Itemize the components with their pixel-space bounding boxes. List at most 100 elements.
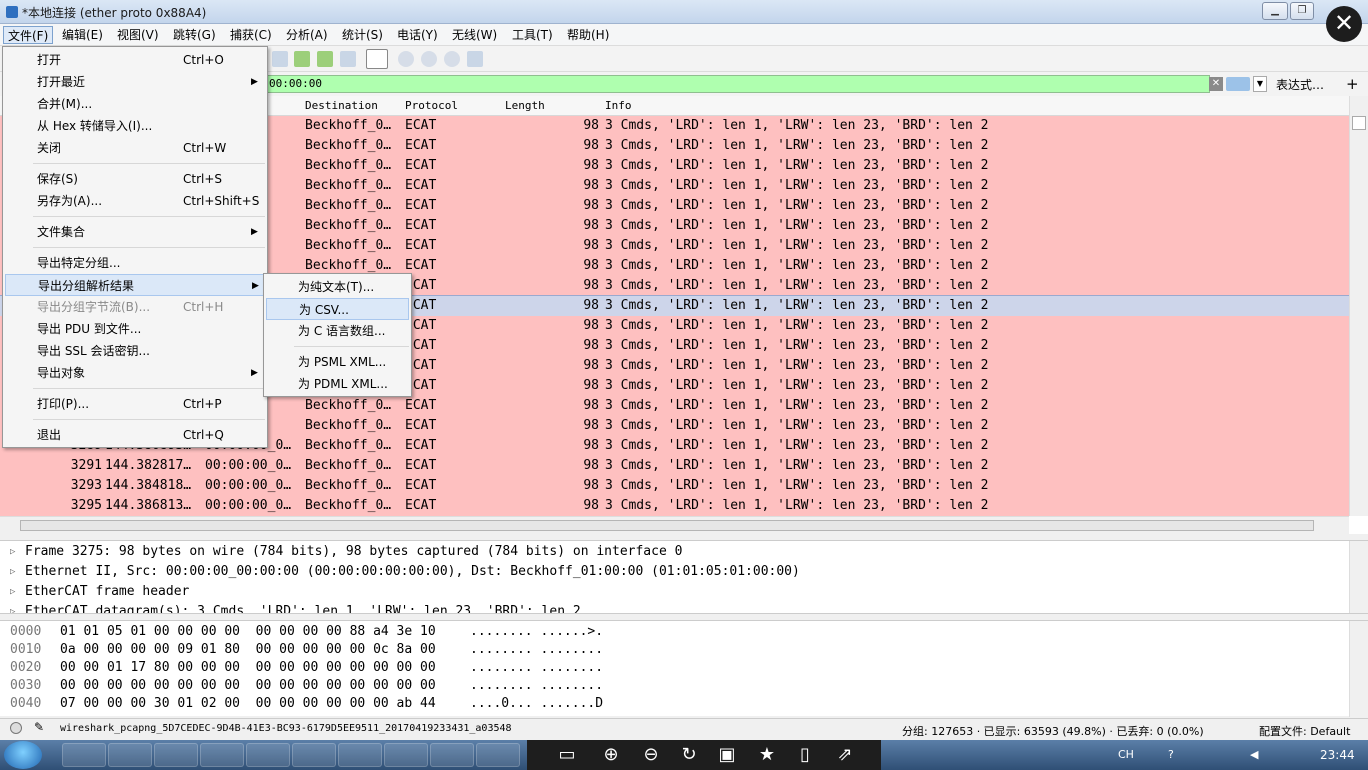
display-filter-input[interactable]: 00:00:00 [262,75,1210,93]
menu-telephony[interactable]: 电话(Y) [393,26,442,44]
menu-help[interactable]: 帮助(H) [563,26,613,44]
taskbar-outlook-icon[interactable] [246,743,290,767]
taskbar-wireshark-icon[interactable] [476,743,520,767]
colorize-icon[interactable] [366,49,388,69]
maximize-button[interactable]: ❐ [1290,2,1314,20]
expression-button[interactable]: 表达式… [1276,76,1324,93]
apply-filter-icon[interactable] [1226,77,1250,91]
expand-arrow-icon[interactable]: ▷ [10,602,15,613]
menu-item-import-hex[interactable]: 从 Hex 转储导入(I)... [5,115,265,137]
save-icon[interactable]: ▣ [713,743,741,767]
taskbar-folder-icon[interactable] [200,743,244,767]
go-down-icon[interactable] [317,51,333,67]
packet-number: 3295 [70,498,102,513]
menu-item-export-objects[interactable]: 导出对象 ▶ [5,362,265,384]
scroll-thumb[interactable] [1352,116,1366,130]
taskbar-app-icon[interactable] [384,743,428,767]
submenu-item-plain-text[interactable]: 为纯文本(T)... [266,276,409,298]
column-destination[interactable]: Destination [305,99,378,112]
menu-item-file-set[interactable]: 文件集合 ▶ [5,221,265,243]
packet-protocol: ECAT [405,238,437,253]
column-protocol[interactable]: Protocol [405,99,458,112]
scroll-thumb[interactable] [20,520,1314,531]
taskbar-ie-icon[interactable] [108,743,152,767]
clock[interactable]: 23:44 [1320,748,1355,762]
share-icon[interactable]: ⇗ [831,743,859,767]
expand-arrow-icon[interactable]: ▷ [10,582,15,602]
help-icon[interactable]: ? [1168,748,1174,761]
taskbar-app-icon[interactable] [62,743,106,767]
column-length[interactable]: Length [505,99,545,112]
menu-item-quit[interactable]: 退出 Ctrl+Q [5,424,265,446]
chevron-down-icon[interactable]: ▼ [1253,76,1267,92]
submenu-item-c-arrays[interactable]: 为 C 语言数组... [266,320,409,342]
menu-item-close[interactable]: 关闭 Ctrl+W [5,137,265,159]
add-filter-button[interactable]: + [1346,75,1359,93]
fullscreen-icon[interactable]: ▭ [553,743,581,767]
expert-info-icon[interactable] [10,722,22,734]
packet-info: 3 Cmds, 'LRD': len 1, 'LRW': len 23, 'BR… [605,338,989,353]
go-first-icon[interactable] [272,51,288,67]
resize-columns-icon[interactable] [467,51,483,67]
menu-tools[interactable]: 工具(T) [508,26,557,44]
bytes-vscrollbar[interactable] [1349,621,1368,717]
zoom-out-icon[interactable]: ⊖ [637,743,665,767]
menu-item-export-dissections[interactable]: 导出分组解析结果 ▶ [5,274,265,296]
menu-item-merge[interactable]: 合并(M)... [5,93,265,115]
taskbar-app-icon[interactable] [292,743,336,767]
go-up-icon[interactable] [294,51,310,67]
column-info[interactable]: Info [605,99,632,112]
rotate-icon[interactable]: ↻ [675,743,703,767]
packet-length: 98 [583,358,599,373]
clear-filter-icon[interactable]: ✕ [1209,77,1223,91]
edit-comment-icon[interactable]: ✎ [34,720,44,734]
menu-item-export-specified[interactable]: 导出特定分组... [5,252,265,274]
phone-icon[interactable]: ▯ [791,743,819,767]
menu-view[interactable]: 视图(V) [113,26,163,44]
packet-length: 98 [583,278,599,293]
volume-icon[interactable]: ◀ [1250,748,1258,761]
menu-item-print[interactable]: 打印(P)... Ctrl+P [5,393,265,415]
table-row[interactable]: 3291 144.382817… 00:00:00_0… Beckhoff_0… ECA… [0,456,1349,476]
menu-file[interactable]: 文件(F) [3,26,54,44]
go-last-icon[interactable] [340,51,356,67]
expand-arrow-icon[interactable]: ▷ [10,562,15,582]
packet-length: 98 [583,318,599,333]
expand-arrow-icon[interactable]: ▷ [10,542,15,562]
menu-go[interactable]: 跳转(G) [169,26,220,44]
zoom-normal-icon[interactable] [444,51,460,67]
packet-length: 98 [583,478,599,493]
menu-item-open-recent[interactable]: 打开最近 ▶ [5,71,265,93]
menu-item-export-pdu[interactable]: 导出 PDU 到文件... [5,318,265,340]
menu-wireless[interactable]: 无线(W) [448,26,501,44]
profile-label[interactable]: 配置文件: Default [1259,723,1350,739]
close-icon[interactable]: ✕ [1326,6,1362,42]
taskbar-app-icon[interactable] [430,743,474,767]
submenu-item-psml[interactable]: 为 PSML XML... [266,351,409,373]
taskbar-app-icon[interactable] [154,743,198,767]
menu-capture[interactable]: 捕获(C) [226,26,276,44]
table-row[interactable]: 3295 144.386813… 00:00:00_0… Beckhoff_0… ECA… [0,496,1349,516]
zoom-in-icon[interactable] [398,51,414,67]
packet-list-hscrollbar[interactable] [0,516,1349,534]
menu-item-save[interactable]: 保存(S) Ctrl+S [5,168,265,190]
language-indicator[interactable]: CH [1118,748,1134,761]
bookmark-icon[interactable]: ★ [753,743,781,767]
submenu-item-pdml[interactable]: 为 PDML XML... [266,373,409,395]
menu-statistics[interactable]: 统计(S) [338,26,387,44]
zoom-in-icon[interactable]: ⊕ [597,743,625,767]
menu-item-open[interactable]: 打开 Ctrl+O [5,49,265,71]
submenu-item-csv[interactable]: 为 CSV... [266,298,409,320]
menu-item-export-ssl-keys[interactable]: 导出 SSL 会话密钥... [5,340,265,362]
table-row[interactable]: 3293 144.384818… 00:00:00_0… Beckhoff_0… ECA… [0,476,1349,496]
packet-list-vscrollbar[interactable] [1349,96,1368,516]
menu-analyze[interactable]: 分析(A) [282,26,332,44]
details-vscrollbar[interactable] [1349,541,1368,613]
start-button[interactable] [4,741,42,769]
packet-destination: Beckhoff_0… [305,478,392,493]
taskbar-chrome-icon[interactable] [338,743,382,767]
menu-edit[interactable]: 编辑(E) [58,26,107,44]
zoom-out-icon[interactable] [421,51,437,67]
minimize-button[interactable]: ▁ [1262,2,1288,20]
menu-item-save-as[interactable]: 另存为(A)... Ctrl+Shift+S [5,190,265,212]
